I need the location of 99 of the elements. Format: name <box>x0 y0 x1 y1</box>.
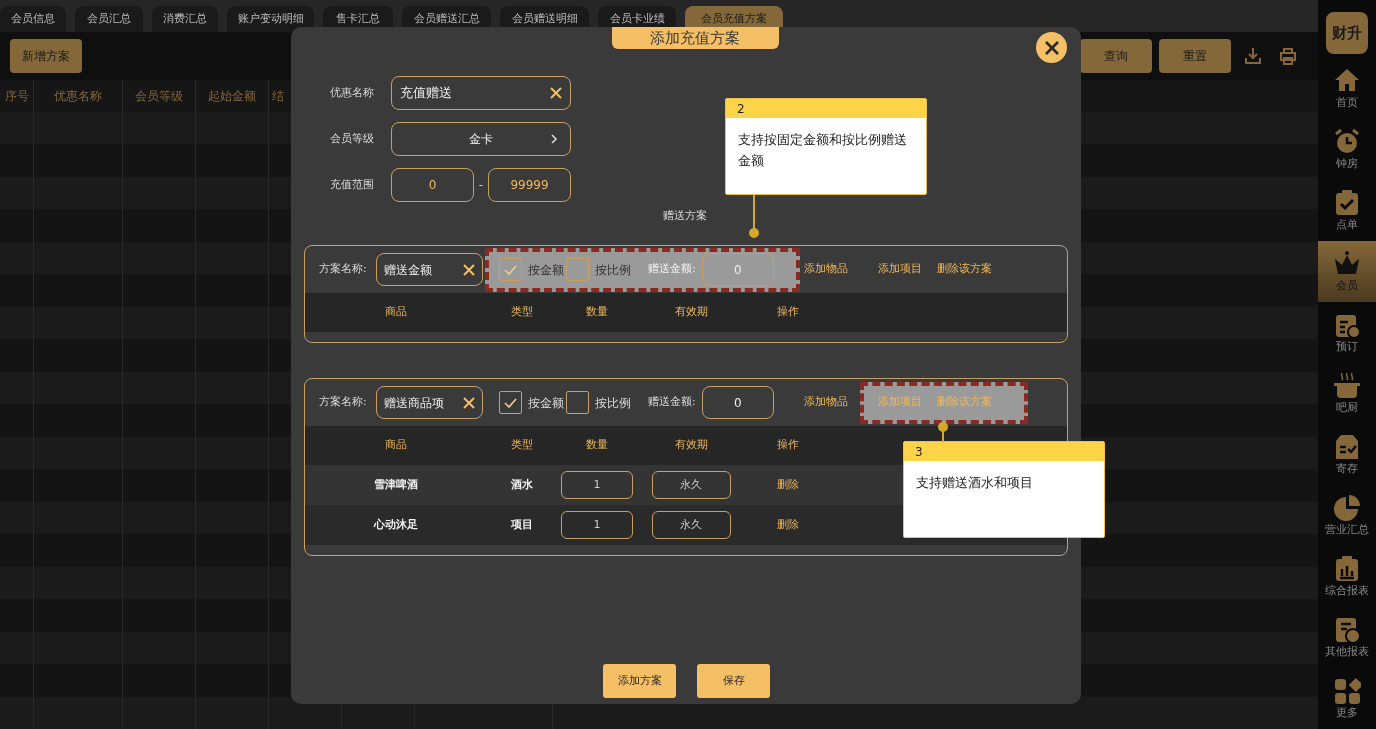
checkbox-label: 按金额 <box>528 394 564 412</box>
checkbox-label: 按比例 <box>595 261 631 279</box>
column-header: 有效期 <box>673 437 709 454</box>
tab[interactable]: 消费汇总 <box>152 6 218 32</box>
delete-link[interactable]: 删除 <box>777 516 799 534</box>
field-label: 会员等级 <box>330 130 375 147</box>
leader-line <box>938 422 948 442</box>
sidebar-item[interactable]: 点单 <box>1318 180 1376 241</box>
plan-name-field[interactable]: 赠送金额 <box>376 253 483 286</box>
sidebar-item[interactable]: 吧厨 <box>1318 363 1376 424</box>
link[interactable]: 添加项目 <box>878 261 922 278</box>
field-value: 赠送金额 <box>384 261 432 279</box>
link[interactable]: 添加物品 <box>804 394 864 411</box>
dialog-button[interactable]: 添加方案 <box>603 664 676 698</box>
report-chart-icon <box>1333 555 1361 583</box>
column-header: 结 <box>272 87 284 105</box>
field-label: 赠送金额: <box>648 394 696 411</box>
column-header: 数量 <box>585 304 609 321</box>
field-label: 赠送金额: <box>648 261 696 278</box>
clear-icon <box>550 87 562 99</box>
delete-link[interactable]: 删除 <box>777 476 799 494</box>
column-header: 类型 <box>510 304 534 321</box>
tab[interactable]: 账户变动明细 <box>227 6 314 32</box>
column-header: 优惠名称 <box>53 87 102 105</box>
download-icon[interactable] <box>1244 46 1262 65</box>
column-header: 起始金额 <box>207 87 256 105</box>
column-header: 类型 <box>510 437 534 454</box>
range-max-field[interactable]: 99999 <box>488 168 571 202</box>
column-header: 操作 <box>776 437 800 454</box>
table-cell-text: 项目 <box>511 516 533 533</box>
print-icon[interactable] <box>1279 46 1297 65</box>
sidebar-item[interactable]: 首页 <box>1318 58 1376 119</box>
sidebar-item[interactable]: 寄存 <box>1318 424 1376 485</box>
grid-icon <box>1333 677 1361 705</box>
column-header: 有效期 <box>673 304 709 321</box>
column-header: 会员等级 <box>134 87 183 105</box>
sidebar-item[interactable]: 预订 <box>1318 302 1376 363</box>
table-cell-text: 雪津啤酒 <box>374 476 418 493</box>
callout-text: 支持按固定金额和按比例赠送金额 <box>737 131 908 170</box>
storage-box-icon <box>1333 433 1361 461</box>
plan-name-field[interactable]: 赠送商品项 <box>376 386 483 419</box>
pie-chart-icon <box>1333 494 1361 522</box>
sidebar-item[interactable]: 其他报表 <box>1318 607 1376 668</box>
checkbox-label: 按金额 <box>528 261 564 279</box>
sidebar-item[interactable]: 综合报表 <box>1318 546 1376 607</box>
column-header: 数量 <box>585 437 609 454</box>
field-label: 优惠名称 <box>330 84 375 101</box>
callout-text: 支持赠送酒水和项目 <box>915 474 1034 492</box>
field-value: 赠送商品项 <box>384 394 444 412</box>
checkmark-icon <box>504 264 517 275</box>
column-header: 商品 <box>384 304 408 321</box>
section-title: 赠送方案 <box>663 207 707 224</box>
pot-icon <box>1333 372 1361 400</box>
dialog-title: 添加充值方案 <box>611 27 779 49</box>
range-separator: - <box>477 177 485 194</box>
validity-field[interactable]: 永久 <box>651 471 731 499</box>
clear-icon <box>463 396 475 409</box>
field-value: 金卡 <box>469 131 493 148</box>
member-level-select[interactable]: 金卡 <box>391 122 571 156</box>
callout-number: 2 <box>737 100 745 118</box>
quantity-field[interactable]: 1 <box>561 511 633 539</box>
field-value: 充值赠送 <box>400 84 452 103</box>
alarm-clock-icon <box>1333 128 1361 156</box>
table-cell-text: 心动沐足 <box>374 516 418 533</box>
column-header: 操作 <box>776 304 800 321</box>
validity-field[interactable]: 永久 <box>651 511 731 539</box>
field-label: 方案名称: <box>319 261 368 278</box>
leader-line <box>749 195 759 238</box>
clipboard-check-icon <box>1333 189 1361 217</box>
sidebar-item[interactable]: 更多 <box>1318 668 1376 729</box>
checkbox[interactable] <box>566 391 589 414</box>
checkbox-label: 按比例 <box>595 394 631 412</box>
checkbox[interactable] <box>499 258 522 281</box>
close-icon <box>1044 40 1059 55</box>
column-header: 商品 <box>384 437 408 454</box>
callout-number: 3 <box>915 443 923 461</box>
yuan-bill-icon <box>1333 616 1361 644</box>
checkbox[interactable] <box>499 391 522 414</box>
app-logo: 财升 <box>1326 12 1368 54</box>
clear-icon <box>463 263 475 276</box>
discount-name-field[interactable]: 充值赠送 <box>391 76 571 110</box>
range-min-field[interactable]: 0 <box>391 168 474 202</box>
field-label: 方案名称: <box>319 394 368 411</box>
table-cell-text: 酒水 <box>511 476 533 493</box>
tab[interactable]: 会员信息 <box>0 6 66 32</box>
dialog-button[interactable]: 保存 <box>697 664 770 698</box>
gift-amount-field[interactable]: 0 <box>701 386 774 419</box>
link[interactable]: 添加物品 <box>804 261 864 278</box>
column-header: 序号 <box>4 87 29 105</box>
quantity-field[interactable]: 1 <box>561 471 633 499</box>
link[interactable]: 删除该方案 <box>937 261 992 278</box>
close-button[interactable] <box>1036 32 1067 63</box>
field-label: 充值范围 <box>330 176 375 193</box>
checkbox[interactable] <box>566 258 589 281</box>
sidebar-item[interactable]: 钟房 <box>1318 119 1376 180</box>
checkmark-icon <box>504 397 517 408</box>
chevron-right-icon <box>551 134 558 144</box>
tab[interactable]: 会员汇总 <box>75 6 143 32</box>
sidebar-item[interactable]: 营业汇总 <box>1318 485 1376 546</box>
